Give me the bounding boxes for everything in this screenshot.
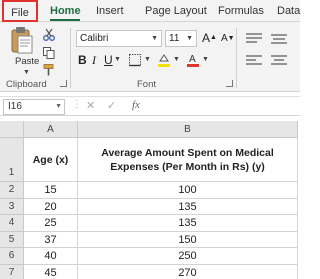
row-header[interactable]: 4 bbox=[0, 215, 24, 232]
font-color-icon[interactable]: A bbox=[186, 52, 200, 68]
fill-color-icon[interactable] bbox=[157, 52, 171, 68]
italic-button[interactable]: I bbox=[92, 52, 96, 68]
paste-icon bbox=[11, 27, 33, 54]
bold-button[interactable]: B bbox=[78, 52, 87, 68]
chevron-down-icon: ▼ bbox=[202, 56, 209, 63]
font-name-select[interactable]: Calibri ▼ bbox=[76, 30, 162, 47]
column-header-b[interactable]: B bbox=[78, 121, 298, 138]
amount-cell[interactable]: 100 bbox=[78, 182, 298, 199]
cancel-entry-icon[interactable]: ✕ bbox=[86, 99, 95, 112]
shrink-font-button[interactable]: A▼ bbox=[221, 31, 235, 47]
confirm-entry-icon[interactable]: ✓ bbox=[107, 99, 116, 112]
font-dialog-launcher-icon[interactable] bbox=[226, 80, 233, 87]
chevron-down-icon: ▼ bbox=[151, 35, 158, 42]
font-group-label: Font bbox=[137, 79, 157, 90]
clipboard-dialog-launcher-icon[interactable] bbox=[60, 80, 67, 87]
active-tab-indicator bbox=[50, 19, 80, 21]
copy-icon[interactable] bbox=[42, 46, 56, 60]
shrink-font-icon: A bbox=[221, 33, 228, 44]
chevron-down-icon: ▼ bbox=[114, 56, 121, 63]
age-cell[interactable]: 37 bbox=[24, 231, 78, 248]
ribbon: Paste ▼ Clipboard Calibri ▼ 11 ▼ A▲ A▼ B… bbox=[0, 22, 300, 92]
font-name-value: Calibri bbox=[80, 33, 109, 44]
font-size-select[interactable]: 11 ▼ bbox=[165, 30, 197, 47]
tab-formulas[interactable]: Formulas bbox=[218, 0, 264, 22]
select-all-corner[interactable] bbox=[0, 121, 24, 138]
amount-cell[interactable]: 250 bbox=[78, 248, 298, 265]
amount-column-header: Average Amount Spent on Medical Expenses… bbox=[101, 146, 274, 173]
row-header[interactable]: 7 bbox=[0, 264, 24, 279]
row-header[interactable]: 1 bbox=[0, 138, 24, 182]
amount-cell[interactable]: 135 bbox=[78, 198, 298, 215]
amount-cell[interactable]: 150 bbox=[78, 231, 298, 248]
align-left-icon[interactable] bbox=[245, 54, 263, 68]
age-cell[interactable]: 40 bbox=[24, 248, 78, 265]
group-divider bbox=[236, 28, 237, 88]
chevron-down-icon: ▼ bbox=[173, 56, 180, 63]
borders-icon[interactable] bbox=[128, 53, 142, 67]
amount-cell[interactable]: 270 bbox=[78, 264, 298, 279]
grow-font-icon: A bbox=[202, 31, 211, 45]
grow-font-button[interactable]: A▲ bbox=[202, 30, 217, 46]
tab-insert[interactable]: Insert bbox=[96, 0, 124, 22]
age-cell[interactable]: 45 bbox=[24, 264, 78, 279]
cell-a1[interactable]: Age (x) bbox=[24, 138, 78, 182]
chevron-down-icon: ▼ bbox=[144, 56, 151, 63]
amount-cell[interactable]: 135 bbox=[78, 215, 298, 232]
name-box-value: I16 bbox=[8, 101, 22, 112]
age-column-header: Age (x) bbox=[32, 153, 69, 166]
row-header[interactable]: 5 bbox=[0, 231, 24, 248]
chevron-down-icon: ▼ bbox=[23, 69, 30, 76]
cut-icon[interactable] bbox=[42, 28, 56, 42]
font-size-value: 11 bbox=[169, 33, 180, 44]
age-cell[interactable]: 25 bbox=[24, 215, 78, 232]
row-header[interactable]: 3 bbox=[0, 198, 24, 215]
align-top-icon[interactable] bbox=[245, 32, 263, 46]
tab-data[interactable]: Data bbox=[277, 0, 300, 22]
name-box[interactable]: I16 ▼ bbox=[3, 99, 65, 115]
formula-bar: I16 ▼ ⋮ ✕ ✓ fx bbox=[0, 96, 300, 116]
tab-file[interactable]: File bbox=[2, 0, 38, 22]
align-middle-icon[interactable] bbox=[270, 32, 288, 46]
tab-page-layout[interactable]: Page Layout bbox=[145, 0, 207, 22]
more-options-icon: ⋮ bbox=[72, 99, 82, 110]
chevron-down-icon: ▼ bbox=[55, 103, 62, 110]
formula-input[interactable] bbox=[150, 99, 298, 115]
age-cell[interactable]: 15 bbox=[24, 182, 78, 199]
row-header[interactable]: 2 bbox=[0, 182, 24, 199]
age-cell[interactable]: 20 bbox=[24, 198, 78, 215]
ribbon-tabs: File Home Insert Page Layout Formulas Da… bbox=[0, 0, 300, 22]
svg-text:A: A bbox=[189, 54, 196, 65]
column-header-a[interactable]: A bbox=[24, 121, 78, 138]
clipboard-group-label: Clipboard bbox=[6, 79, 47, 90]
row-header[interactable]: 6 bbox=[0, 248, 24, 265]
cell-b1[interactable]: Average Amount Spent on Medical Expenses… bbox=[78, 138, 298, 182]
paste-button[interactable]: Paste ▼ bbox=[6, 25, 40, 76]
group-divider bbox=[70, 28, 71, 88]
align-center-icon[interactable] bbox=[270, 54, 288, 68]
underline-button[interactable]: U bbox=[104, 52, 113, 68]
format-painter-icon[interactable] bbox=[42, 63, 56, 77]
chevron-down-icon: ▼ bbox=[186, 35, 193, 42]
insert-function-icon[interactable]: fx bbox=[132, 99, 140, 111]
paste-label: Paste bbox=[15, 56, 40, 67]
